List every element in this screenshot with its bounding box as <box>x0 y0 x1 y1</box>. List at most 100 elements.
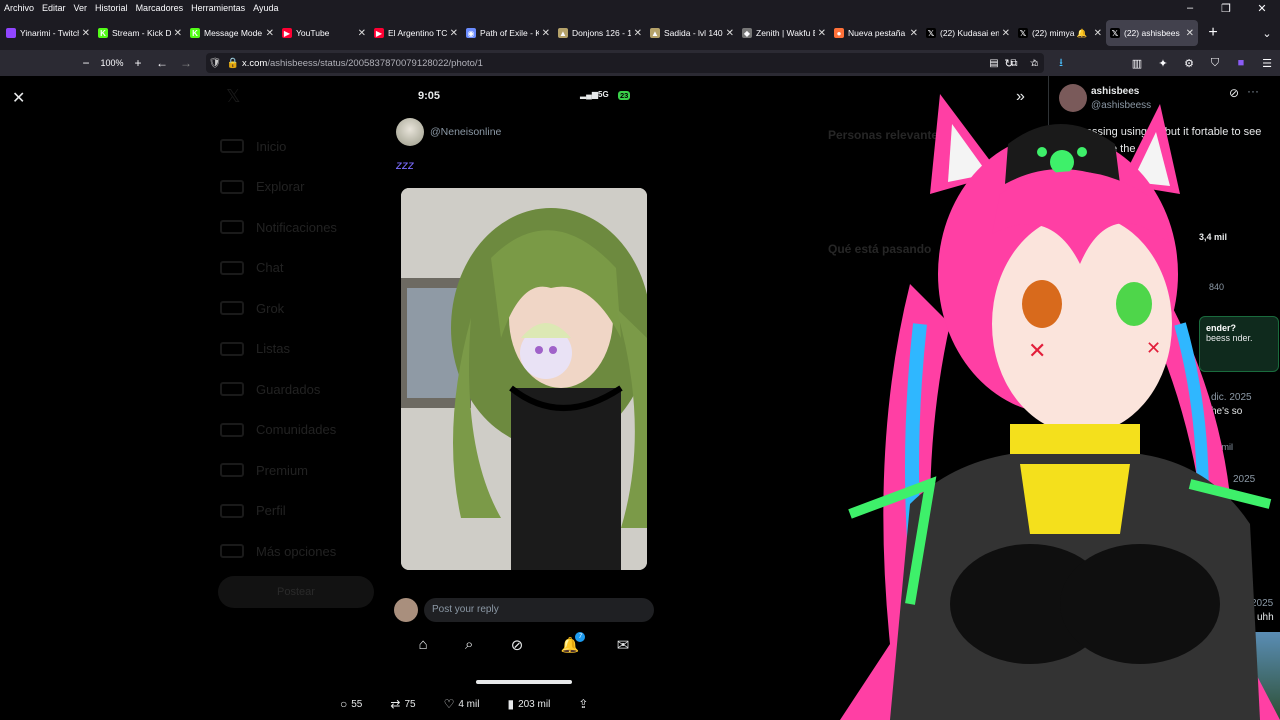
chest-panel <box>1020 464 1130 534</box>
nav-icon <box>220 220 244 235</box>
views-chart-icon: ▮ <box>507 697 515 711</box>
close-tab-icon[interactable]: ✕ <box>818 28 826 39</box>
extensions-icon[interactable]: ✦ <box>1150 57 1176 70</box>
close-tab-icon[interactable]: ✕ <box>82 28 90 39</box>
phone-status-bar: 9:05 ▂▄▆ 5G 23 <box>388 90 660 106</box>
close-tab-icon[interactable]: ✕ <box>358 28 366 39</box>
settings-gear-icon[interactable]: ⚙ <box>1176 57 1202 70</box>
address-bar[interactable]: 🛡 🔒 x.com /ashisbeess/status/20058378700… <box>206 53 1044 73</box>
close-tab-icon[interactable]: ✕ <box>910 28 918 39</box>
menu-history[interactable]: Historial <box>91 3 132 13</box>
tab-9[interactable]: ● Nueva pestaña ✕ <box>830 20 922 46</box>
tracking-shield-icon[interactable]: 🛡 <box>206 58 224 69</box>
menu-help[interactable]: Ayuda <box>249 3 282 13</box>
phone-home-indicator <box>476 680 572 684</box>
nav-icon <box>220 179 244 194</box>
new-tab-button[interactable]: + <box>1202 24 1224 42</box>
app-menu-icon[interactable]: ☰ <box>1254 57 1280 70</box>
paw-toe <box>1037 147 1047 157</box>
reply-button[interactable]: ○ 55 <box>340 697 362 711</box>
tab-label: Path of Exile - K <box>480 28 539 38</box>
twitch-icon <box>6 28 16 38</box>
tab-3[interactable]: ▶ YouTube ✕ <box>278 20 370 46</box>
minimize-button[interactable]: – <box>1172 2 1208 15</box>
nav-icon <box>220 341 244 356</box>
tab-0[interactable]: Yinarimi - Twitch ✕ <box>2 20 94 46</box>
like-count: 4 mil <box>458 698 480 710</box>
tab-5[interactable]: ◉ Path of Exile - K ✕ <box>462 20 554 46</box>
tab-6[interactable]: ▲ Donjons 126 - 1 ✕ <box>554 20 646 46</box>
reload-icon[interactable]: ↻ <box>996 57 1022 70</box>
menu-bookmarks[interactable]: Marcadores <box>132 3 188 13</box>
repost-button[interactable]: ⇄ 75 <box>390 697 415 711</box>
bg-nav-item: Notificaciones <box>220 207 370 248</box>
close-tab-icon[interactable]: ✕ <box>266 28 274 39</box>
bg-nav-label: Premium <box>256 462 309 478</box>
close-tab-icon[interactable]: ✕ <box>542 28 550 39</box>
share-icon: ⇪ <box>578 697 589 711</box>
zoom-out-button[interactable]: − <box>74 56 98 70</box>
nav-icon <box>220 544 244 559</box>
menu-file[interactable]: Archivo <box>0 3 38 13</box>
tab-11[interactable]: 𝕏 (22) mimya 🔔 ✕ <box>1014 20 1106 46</box>
menu-edit[interactable]: Editar <box>38 3 70 13</box>
tab-1[interactable]: K Stream - Kick D ✕ <box>94 20 186 46</box>
home-icon[interactable]: ⌂ <box>1022 57 1048 69</box>
x-icon: 𝕏 <box>1110 28 1120 38</box>
face-mark-right: ✕ <box>1146 338 1161 359</box>
nav-icon <box>220 301 244 316</box>
repost-icon: ⇄ <box>390 697 401 711</box>
close-media-button[interactable]: ✕ <box>12 88 25 108</box>
navigation-toolbar: − 100% + ← → 🛡 🔒 x.com /ashisbeess/statu… <box>0 50 1280 76</box>
poe-icon: ◉ <box>466 28 476 38</box>
bg-nav-label: Guardados <box>256 381 321 397</box>
battery-level: 23 <box>618 91 631 100</box>
heart-icon: ♡ <box>443 697 455 711</box>
zoom-level[interactable]: 100% <box>98 58 126 68</box>
close-tab-icon[interactable]: ✕ <box>174 28 182 39</box>
close-tab-icon[interactable]: ✕ <box>634 28 642 39</box>
window-controls: – ❐ ✕ <box>1172 2 1280 15</box>
back-button[interactable]: ← <box>150 56 174 70</box>
media-image[interactable]: 9:05 ▂▄▆ 5G 23 @Neneisonline zzz Post yo… <box>388 80 660 720</box>
tab-4[interactable]: ▶ El Argentino TC ✕ <box>370 20 462 46</box>
menu-view[interactable]: Ver <box>70 3 92 13</box>
phone-post-text: zzz <box>396 158 414 172</box>
tab-8[interactable]: ◆ Zenith | Wakfu E ✕ <box>738 20 830 46</box>
close-tab-icon[interactable]: ✕ <box>1186 28 1194 39</box>
like-button[interactable]: ♡ 4 mil <box>444 697 480 711</box>
tab-label: (22) mimya 🔔 <box>1032 27 1088 38</box>
url-host: x.com <box>242 57 268 69</box>
dofus-icon: ▲ <box>558 28 568 38</box>
close-tab-icon[interactable]: ✕ <box>450 28 458 39</box>
zoom-in-button[interactable]: + <box>126 56 150 70</box>
close-tab-icon[interactable]: ✕ <box>726 28 734 39</box>
bg-nav-label: Más opciones <box>256 543 337 559</box>
close-tab-icon[interactable]: ✕ <box>1094 28 1102 39</box>
bg-nav-item: Grok <box>220 288 370 329</box>
ublock-icon[interactable]: ⛉ <box>1202 57 1228 70</box>
avatar <box>396 118 424 146</box>
zenith-icon: ◆ <box>742 28 752 38</box>
tab-list-button[interactable]: ⌄ <box>1254 27 1280 40</box>
views-button[interactable]: ▮ 203 mil <box>507 697 550 711</box>
restore-button[interactable]: ❐ <box>1208 2 1244 15</box>
close-tab-icon[interactable]: ✕ <box>1002 28 1010 39</box>
background-sidebar: Inicio Explorar Notificaciones Chat Grok List… <box>220 126 370 572</box>
extension-purple-icon[interactable]: ■ <box>1228 57 1254 69</box>
share-button[interactable]: ⇪ <box>578 697 592 711</box>
mail-icon: ✉ <box>616 637 630 654</box>
tab-2[interactable]: K Message Mode ✕ <box>186 20 278 46</box>
x-icon: 𝕏 <box>1018 28 1028 38</box>
menu-tools[interactable]: Herramientas <box>187 3 249 13</box>
bg-nav-label: Perfil <box>256 503 286 519</box>
nav-icon <box>220 463 244 478</box>
tab-12[interactable]: 𝕏 (22) ashisbees ✕ <box>1106 20 1198 46</box>
window-close-button[interactable]: ✕ <box>1244 2 1280 15</box>
lock-icon[interactable]: 🔒 <box>224 58 242 69</box>
download-icon[interactable]: ⭳ <box>1048 54 1074 73</box>
forward-button[interactable]: → <box>174 56 198 70</box>
library-icon[interactable]: ▥ <box>1124 57 1150 70</box>
tab-7[interactable]: ▲ Sadida - lvl 140 ✕ <box>646 20 738 46</box>
tab-10[interactable]: 𝕏 (22) Kudasai en ✕ <box>922 20 1014 46</box>
